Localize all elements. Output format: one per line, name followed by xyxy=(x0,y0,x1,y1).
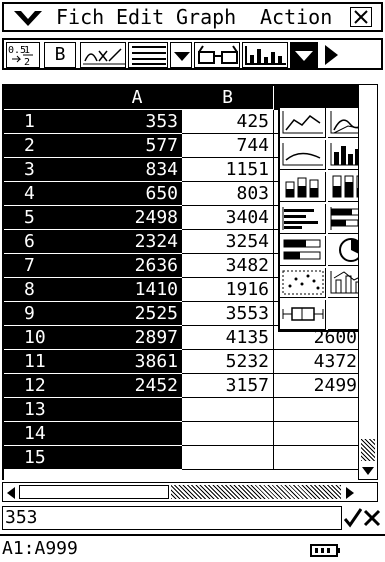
menu-action[interactable]: Action xyxy=(260,5,332,29)
glasses-icon[interactable] xyxy=(194,42,240,68)
cell-b[interactable]: 5232 xyxy=(182,350,274,374)
cell-b[interactable]: 1151 xyxy=(182,158,274,182)
cell-a[interactable] xyxy=(92,446,182,470)
cell-a[interactable] xyxy=(92,422,182,446)
bar-chart-icon[interactable] xyxy=(242,42,288,68)
row-number-cell[interactable]: 15 xyxy=(4,446,92,470)
cell-c[interactable] xyxy=(274,422,360,446)
cell-a[interactable]: 2452 xyxy=(92,374,182,398)
cell-c[interactable] xyxy=(274,446,360,470)
cell-b[interactable] xyxy=(182,446,274,470)
cell-a[interactable]: 2636 xyxy=(92,254,182,278)
table-row: 13 xyxy=(4,398,360,422)
horizontal-bar-icon[interactable] xyxy=(280,204,326,234)
cell-b[interactable]: 803 xyxy=(182,182,274,206)
column-header-b[interactable]: B xyxy=(182,86,274,110)
scatter-plot-icon[interactable] xyxy=(280,268,326,298)
svg-text:1: 1 xyxy=(24,45,30,56)
curve-line-icon[interactable] xyxy=(280,140,326,170)
row-number-cell[interactable]: 1 xyxy=(4,110,92,134)
svg-text:2: 2 xyxy=(24,57,30,67)
cell-a[interactable]: 2897 xyxy=(92,326,182,350)
cell-b[interactable] xyxy=(182,422,274,446)
vertical-scrollbar[interactable] xyxy=(358,84,378,480)
row-number-cell[interactable]: 6 xyxy=(4,230,92,254)
table-row: 15 xyxy=(4,446,360,470)
box-plot-icon[interactable] xyxy=(280,300,326,330)
row-number-cell[interactable]: 14 xyxy=(4,422,92,446)
cell-a[interactable]: 650 xyxy=(92,182,182,206)
vertical-scroll-track[interactable] xyxy=(361,439,375,461)
cell-entry-field[interactable]: 353 xyxy=(2,506,342,530)
menu-edit[interactable]: Edit xyxy=(116,5,164,29)
cell-b[interactable]: 3482 xyxy=(182,254,274,278)
table-row: 14 xyxy=(4,422,360,446)
selection-range: A1:A999 xyxy=(2,538,78,559)
row-number-cell[interactable]: 5 xyxy=(4,206,92,230)
cell-b[interactable]: 3157 xyxy=(182,374,274,398)
row-number-cell[interactable]: 7 xyxy=(4,254,92,278)
align-dropdown-icon[interactable] xyxy=(170,42,192,68)
cell-c[interactable]: 4372 xyxy=(274,350,360,374)
cell-a[interactable]: 2498 xyxy=(92,206,182,230)
cell-a[interactable]: 3861 xyxy=(92,350,182,374)
scroll-down-icon[interactable] xyxy=(361,463,375,477)
row-number-cell[interactable]: 9 xyxy=(4,302,92,326)
cell-b[interactable]: 3254 xyxy=(182,230,274,254)
cell-a[interactable]: 1410 xyxy=(92,278,182,302)
column-header-a[interactable]: A xyxy=(92,86,182,110)
cell-b[interactable]: 744 xyxy=(182,134,274,158)
row-number-cell[interactable]: 10 xyxy=(4,326,92,350)
menu-bar: Fich Edit Graph Action xyxy=(2,2,383,32)
cell-b[interactable]: 4135 xyxy=(182,326,274,350)
row-number-cell[interactable]: 11 xyxy=(4,350,92,374)
line-graph-icon[interactable] xyxy=(280,108,326,138)
bold-button[interactable]: B xyxy=(44,42,76,68)
formula-icon[interactable] xyxy=(80,42,126,68)
horizontal-scrollbar[interactable] xyxy=(2,482,378,502)
cell-c[interactable] xyxy=(274,398,360,422)
menu-fich[interactable]: Fich xyxy=(56,5,104,29)
cell-a[interactable]: 2525 xyxy=(92,302,182,326)
cell-a[interactable]: 834 xyxy=(92,158,182,182)
row-number-cell[interactable]: 2 xyxy=(4,134,92,158)
corner-cell[interactable] xyxy=(4,86,92,110)
cell-b[interactable]: 425 xyxy=(182,110,274,134)
graph-dropdown-icon[interactable] xyxy=(290,42,318,68)
horizontal-scroll-track[interactable] xyxy=(171,485,341,499)
cell-b[interactable]: 3553 xyxy=(182,302,274,326)
align-icon[interactable] xyxy=(128,42,168,68)
scroll-right-icon[interactable] xyxy=(343,485,357,499)
cell-c[interactable]: 2499 xyxy=(274,374,360,398)
cancel-x-icon[interactable] xyxy=(362,506,382,530)
decimal-fraction-icon[interactable]: 0.5 1 2 xyxy=(6,42,40,68)
close-icon[interactable] xyxy=(350,7,372,27)
cell-a[interactable]: 577 xyxy=(92,134,182,158)
toolbar: 0.5 1 2 B xyxy=(2,38,383,70)
stacked-column-icon[interactable] xyxy=(280,172,326,202)
table-row: 12 2452 3157 2499 xyxy=(4,374,360,398)
row-number-cell[interactable]: 3 xyxy=(4,158,92,182)
status-separator xyxy=(0,534,385,536)
row-number-cell[interactable]: 8 xyxy=(4,278,92,302)
cell-b[interactable]: 3404 xyxy=(182,206,274,230)
row-number-cell[interactable]: 4 xyxy=(4,182,92,206)
menu-arrow-icon[interactable] xyxy=(10,6,46,30)
row-number-cell[interactable]: 13 xyxy=(4,398,92,422)
cell-b[interactable]: 1916 xyxy=(182,278,274,302)
cell-a[interactable]: 353 xyxy=(92,110,182,134)
scroll-right-icon[interactable] xyxy=(320,42,342,68)
check-icon[interactable] xyxy=(343,506,363,530)
menu-graph[interactable]: Graph xyxy=(176,5,236,29)
battery-icon xyxy=(310,542,340,557)
scroll-left-icon[interactable] xyxy=(5,485,17,499)
table-row: 11 3861 5232 4372 xyxy=(4,350,360,374)
horizontal-scroll-thumb[interactable] xyxy=(19,485,169,499)
cell-a[interactable]: 2324 xyxy=(92,230,182,254)
cell-b[interactable] xyxy=(182,398,274,422)
cell-a[interactable] xyxy=(92,398,182,422)
horizontal-stacked-100-icon[interactable] xyxy=(280,236,326,266)
row-number-cell[interactable]: 12 xyxy=(4,374,92,398)
